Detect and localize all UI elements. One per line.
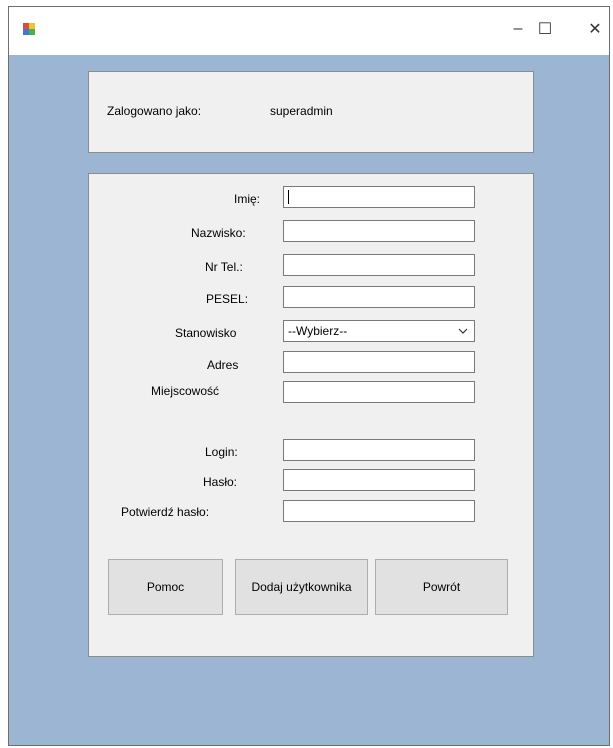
minimize-icon: – (513, 20, 523, 37)
close-button[interactable]: ✕ (583, 19, 607, 39)
stanowisko-selected: --Wybierz-- (288, 324, 348, 338)
help-button[interactable]: Pomoc (108, 559, 223, 615)
add-user-button[interactable]: Dodaj użytkownika (235, 559, 368, 615)
miejscowosc-label: Miejscowość (151, 384, 220, 398)
text-caret (288, 190, 289, 204)
potwierdz-haslo-input[interactable] (283, 500, 475, 522)
nazwisko-label: Nazwisko: (191, 226, 246, 240)
help-button-label: Pomoc (146, 580, 185, 594)
title-bar[interactable]: – ☐ ✕ (9, 7, 609, 55)
login-label: Login: (205, 445, 238, 459)
miejscowosc-input[interactable] (283, 381, 475, 403)
login-input[interactable] (283, 439, 475, 461)
current-user-value: superadmin (270, 104, 333, 118)
imie-input[interactable] (283, 186, 475, 208)
nazwisko-input[interactable] (283, 220, 475, 242)
imie-label: Imię: (234, 192, 261, 206)
stanowisko-select[interactable]: --Wybierz-- (283, 320, 475, 342)
potwierdz-haslo-label: Potwierdź hasło: (121, 505, 210, 519)
app-icon (23, 23, 35, 35)
logged-as-label: Zalogowano jako: (107, 104, 202, 118)
back-button-label: Powrót (422, 580, 461, 594)
haslo-input[interactable] (283, 469, 475, 491)
client-area: Zalogowano jako: superadmin Imię: Nazwis… (9, 55, 609, 745)
adres-label: Adres (207, 358, 239, 372)
chevron-down-icon (458, 328, 468, 334)
main-window: – ☐ ✕ Zalogowano jako: superadmin Imię: … (8, 6, 610, 746)
haslo-label: Hasło: (203, 475, 238, 489)
user-form-panel: Imię: Nazwisko: Nr Tel.: PESEL: Stanowis… (88, 173, 534, 657)
maximize-button[interactable]: ☐ (533, 19, 557, 39)
tel-label: Nr Tel.: (205, 260, 243, 274)
tel-input[interactable] (283, 254, 475, 276)
pesel-label: PESEL: (206, 292, 249, 306)
minimize-button[interactable]: – (506, 19, 530, 39)
adres-input[interactable] (283, 351, 475, 373)
login-info-panel: Zalogowano jako: superadmin (88, 71, 534, 153)
stanowisko-label: Stanowisko (175, 326, 237, 340)
maximize-icon: ☐ (537, 21, 553, 38)
close-icon: ✕ (588, 21, 602, 38)
add-user-button-label: Dodaj użytkownika (251, 580, 352, 594)
pesel-input[interactable] (283, 286, 475, 308)
back-button[interactable]: Powrót (375, 559, 508, 615)
